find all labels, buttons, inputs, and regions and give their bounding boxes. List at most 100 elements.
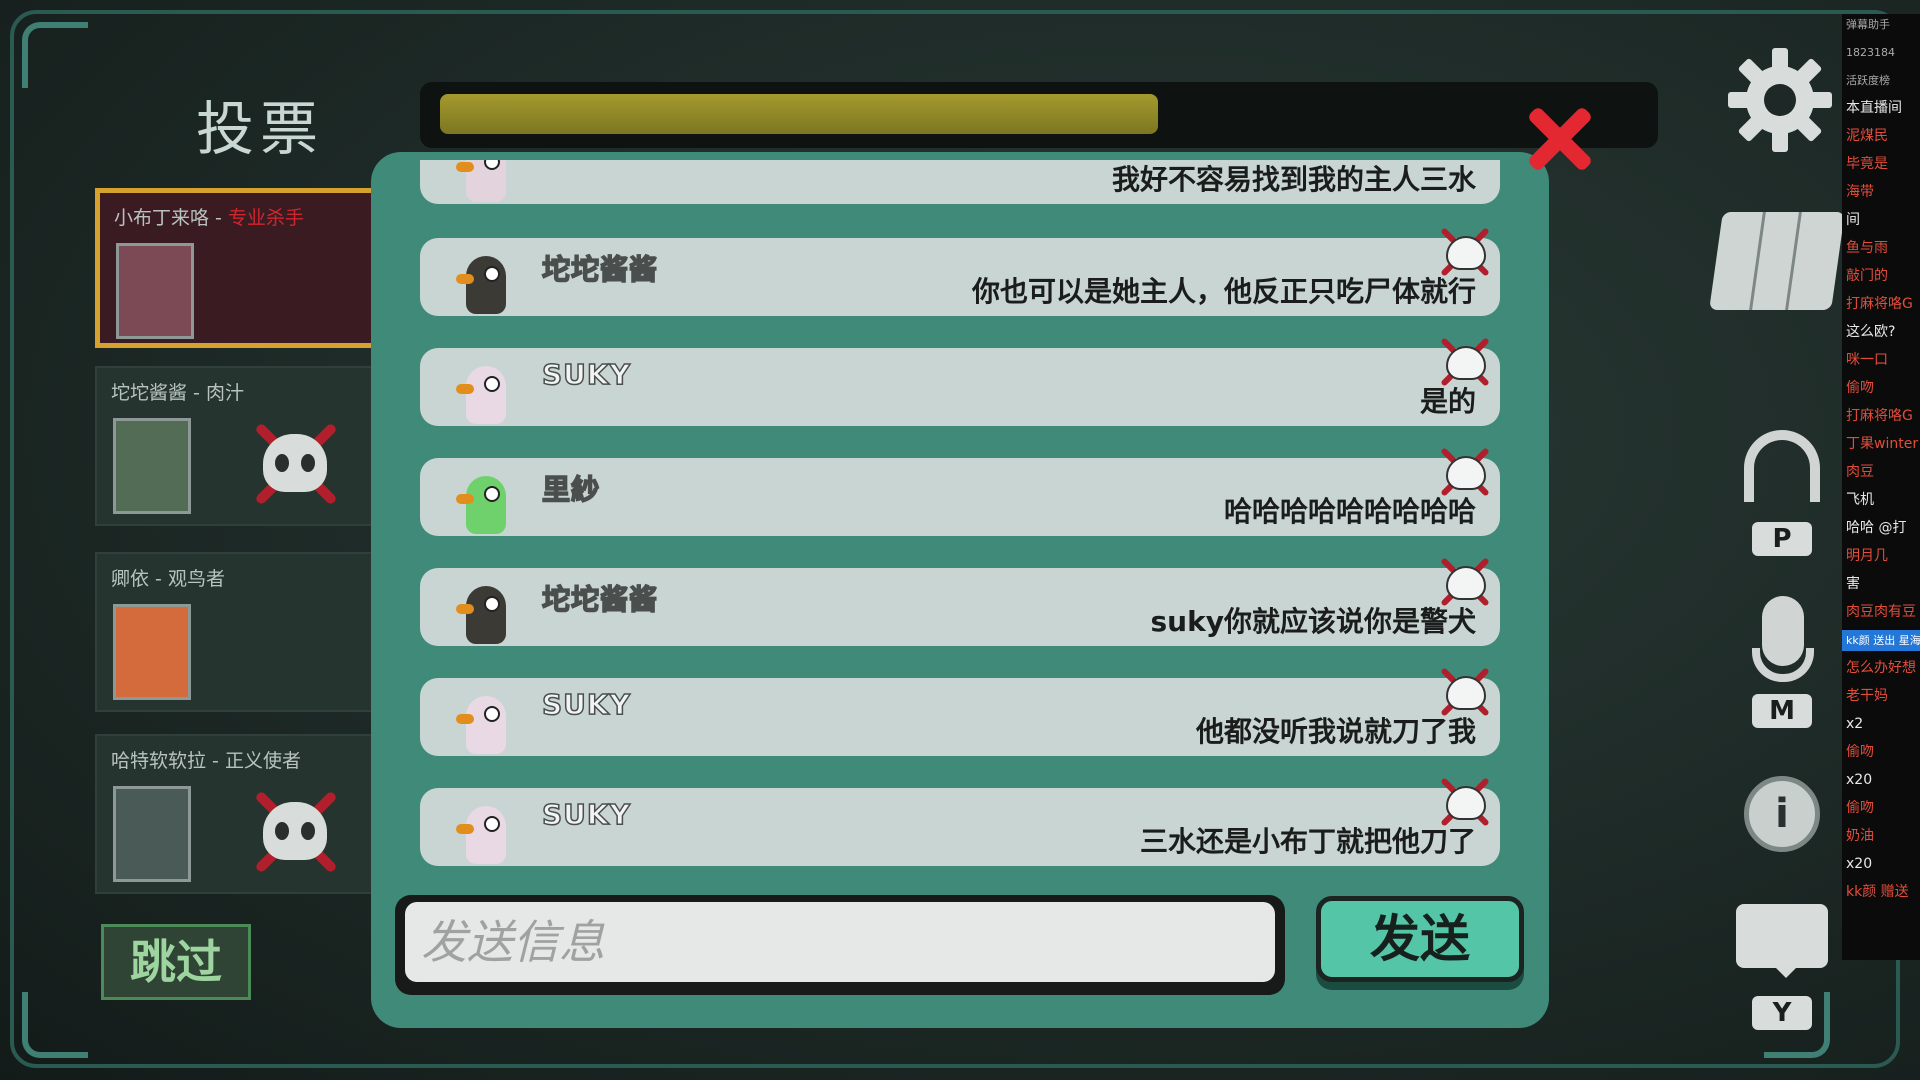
player-name: 卿依 - 观鸟者 <box>111 564 225 591</box>
player-vote-card[interactable]: 哈特软软拉 - 正义使者 <box>95 734 385 894</box>
stream-danmaku-line: 咪一口 <box>1846 352 1888 368</box>
chat-message: 里紗 哈哈哈哈哈哈哈哈哈 <box>420 447 1500 536</box>
dead-sender-skull-icon <box>1436 774 1496 830</box>
stream-danmaku-line: 害 <box>1846 576 1860 592</box>
stream-danmaku-line: 哈哈 @打 <box>1846 520 1907 536</box>
goose-avatar-icon <box>456 464 512 536</box>
dead-sender-skull-icon <box>1436 554 1496 610</box>
chat-sender-name: 里紗 <box>541 472 601 507</box>
stream-danmaku-line: 老干妈 <box>1846 688 1888 704</box>
player-name-separator: - <box>187 382 206 404</box>
chat-message-text: 三水还是小布丁就把他刀了 <box>1139 825 1476 858</box>
stream-danmaku-line: 偷吻 <box>1846 800 1874 816</box>
chat-message-text: 他都没听我说就刀了我 <box>1195 715 1476 748</box>
stream-danmaku-line: 飞机 <box>1846 492 1874 508</box>
stream-danmaku-line: 这么欧? <box>1846 324 1896 340</box>
stream-danmaku-line: 肉豆肉有豆 <box>1846 604 1916 620</box>
player-role: 肉汁 <box>205 382 244 404</box>
stream-danmaku-line: x20 <box>1846 856 1873 872</box>
player-name: 哈特软软拉 - 正义使者 <box>111 746 301 773</box>
player-name-text: 小布丁来咯 <box>114 207 210 229</box>
chat-message-list[interactable]: 我好不容易找到我的主人三水坨坨酱酱你也可以是她主人，他反正只吃尸体就行 SUKY 是… <box>420 160 1500 870</box>
chat-message: SUKY 三水还是小布丁就把他刀了 <box>420 777 1500 866</box>
player-name-separator: - <box>206 750 225 772</box>
chat-message: 我好不容易找到我的主人三水 <box>420 160 1500 204</box>
stream-danmaku-line: 海带 <box>1846 184 1874 200</box>
player-name-separator: - <box>209 207 228 229</box>
chat-key-label: Y <box>1752 996 1812 1030</box>
goose-avatar-icon <box>456 684 512 756</box>
map-icon[interactable] <box>1709 212 1845 310</box>
mic-key-label: M <box>1752 694 1812 728</box>
goose-avatar-icon <box>456 244 512 316</box>
stream-danmaku-line: 打麻将咯G <box>1846 408 1913 424</box>
stream-danmaku-line: 肉豆 <box>1846 464 1874 480</box>
stream-danmaku-line: 偷吻 <box>1846 744 1874 760</box>
stream-danmaku-line: kk颜 赠送 <box>1846 884 1909 900</box>
chat-message-text: suky你就应该说你是警犬 <box>1150 605 1476 638</box>
player-name-text: 哈特软软拉 <box>111 750 207 772</box>
stream-danmaku-line: 怎么办好想 <box>1846 660 1916 676</box>
chat-sender-name: SUKY <box>541 357 631 392</box>
close-chat-icon[interactable] <box>1524 104 1594 174</box>
dead-skull-icon <box>247 416 343 512</box>
settings-gear-icon[interactable] <box>1728 48 1832 152</box>
frame-corner <box>22 22 88 88</box>
skip-vote-button[interactable]: 跳过 <box>101 924 251 1000</box>
chat-message-text: 你也可以是她主人，他反正只吃尸体就行 <box>971 275 1476 308</box>
info-icon[interactable]: i <box>1744 776 1820 852</box>
stream-danmaku-line: kk颜 送出 星海探索 <box>1842 630 1920 651</box>
stream-danmaku-line: 泥煤民 <box>1846 128 1888 144</box>
player-name-text: 卿依 <box>111 568 150 590</box>
player-portrait <box>113 604 191 700</box>
goose-avatar-icon <box>456 160 512 204</box>
dead-sender-skull-icon <box>1436 224 1496 280</box>
stream-danmaku-line: 打麻将咯G <box>1846 296 1913 312</box>
headset-icon[interactable] <box>1744 430 1820 502</box>
stream-danmaku-line: 偷吻 <box>1846 380 1874 396</box>
player-name: 小布丁来咯 - 专业杀手 <box>114 203 304 230</box>
player-role: 专业杀手 <box>227 207 304 229</box>
chat-message-input[interactable] <box>405 902 1275 982</box>
dead-sender-skull-icon <box>1436 334 1496 390</box>
chat-sender-name: SUKY <box>541 687 631 722</box>
stream-danmaku-line: 丁果winter <box>1846 436 1919 452</box>
player-role: 正义使者 <box>224 750 301 772</box>
stream-danmaku-line: 1823184 <box>1846 46 1895 59</box>
player-vote-card[interactable]: 小布丁来咯 - 专业杀手 <box>95 188 385 348</box>
chat-message: SUKY 他都没听我说就刀了我 <box>420 667 1500 756</box>
player-portrait <box>113 418 191 514</box>
frame-corner <box>22 992 88 1058</box>
goose-avatar-icon <box>456 574 512 646</box>
player-role: 观鸟者 <box>167 568 225 590</box>
chat-bubble-icon[interactable] <box>1736 904 1828 978</box>
stream-danmaku-line: x2 <box>1846 716 1864 732</box>
stream-danmaku-line: 本直播间 <box>1846 100 1902 116</box>
player-portrait <box>116 243 194 339</box>
player-portrait <box>113 786 191 882</box>
stream-danmaku-line: 毕竟是 <box>1846 156 1888 172</box>
stream-danmaku-line: 明月几 <box>1846 548 1888 564</box>
stream-danmaku-line: 弹幕助手 <box>1846 18 1890 31</box>
player-name: 坨坨酱酱 - 肉汁 <box>111 378 244 405</box>
headset-key-label: P <box>1752 522 1812 556</box>
chat-sender-name: SUKY <box>541 797 631 832</box>
player-vote-card[interactable]: 卿依 - 观鸟者 <box>95 552 385 712</box>
player-name-text: 坨坨酱酱 <box>111 382 188 404</box>
dead-sender-skull-icon <box>1436 664 1496 720</box>
goose-avatar-icon <box>456 794 512 866</box>
dead-skull-icon <box>247 784 343 880</box>
chat-message: SUKY 是的 <box>420 337 1500 426</box>
stream-danmaku-line: 敲门的 <box>1846 268 1888 284</box>
stream-danmaku-line: 鱼与雨 <box>1846 240 1888 256</box>
stream-danmaku-line: 间 <box>1846 212 1860 228</box>
player-vote-card[interactable]: 坨坨酱酱 - 肉汁 <box>95 366 385 526</box>
vote-timer-fill <box>440 94 1158 134</box>
player-name-separator: - <box>149 568 168 590</box>
chat-message: 坨坨酱酱你也可以是她主人，他反正只吃尸体就行 <box>420 227 1500 316</box>
stream-danmaku-line: 活跃度榜 <box>1846 74 1890 87</box>
chat-sender-name: 坨坨酱酱 <box>541 252 659 287</box>
stream-danmaku-panel: 弹幕助手 1823184 活跃度榜本直播间泥煤民毕竟是海带间鱼与雨敲门的打麻将咯G 这… <box>1842 14 1920 960</box>
chat-message: 坨坨酱酱 suky你就应该说你是警犬 <box>420 557 1500 646</box>
send-message-button[interactable]: 发送 <box>1316 896 1524 982</box>
